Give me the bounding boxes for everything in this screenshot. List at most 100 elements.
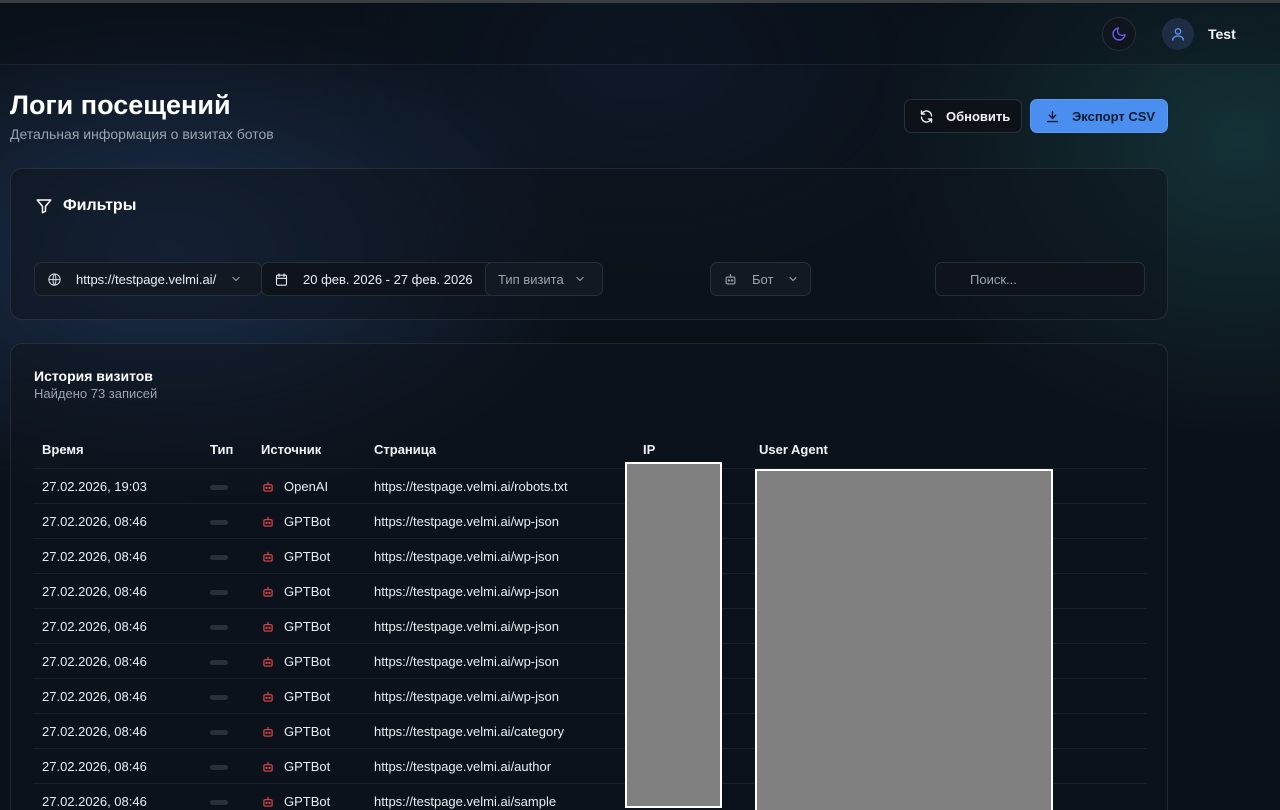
refresh-icon (920, 109, 933, 123)
visit-type-select[interactable]: Тип визита (485, 262, 603, 296)
calendar-icon (275, 272, 288, 286)
bot-icon (263, 761, 273, 772)
row-type-badge (210, 520, 228, 525)
bot-icon (263, 726, 273, 737)
row-source-label: GPTBot (284, 724, 331, 739)
row-source-label: GPTBot (284, 584, 331, 599)
bot-icon (263, 481, 273, 492)
row-page[interactable]: https://testpage.velmi.ai/wp-json (374, 689, 570, 704)
bot-icon (263, 516, 273, 527)
row-time: 27.02.2026, 08:46 (42, 759, 147, 774)
moon-icon (1112, 27, 1126, 41)
row-source-label: GPTBot (284, 654, 331, 669)
filters-card: Фильтры https://testpage.velmi.ai/ 20 фе… (10, 168, 1168, 320)
row-source: GPTBot (261, 794, 330, 809)
column-header-time[interactable]: Время (42, 442, 84, 457)
export-csv-button[interactable]: Экспорт CSV (1030, 99, 1168, 133)
row-source-label: GPTBot (284, 549, 331, 564)
avatar[interactable] (1162, 18, 1194, 50)
download-icon (1046, 110, 1059, 122)
row-source-label: GPTBot (284, 514, 331, 529)
row-type-badge (210, 660, 228, 665)
chevron-down-icon (232, 276, 240, 282)
refresh-label: Обновить (946, 108, 1011, 124)
bot-select[interactable]: Бот (710, 262, 811, 296)
column-header-ip[interactable]: IP (643, 442, 655, 457)
column-header-user-agent[interactable]: User Agent (759, 442, 828, 457)
app-header: Test (0, 3, 1280, 65)
search-input[interactable] (970, 271, 1144, 287)
row-page[interactable]: https://testpage.velmi.ai/wp-json (374, 549, 570, 564)
bot-icon (263, 691, 273, 702)
column-header-type[interactable]: Тип (210, 442, 233, 457)
row-page[interactable]: https://testpage.velmi.ai/wp-json (374, 584, 570, 599)
row-source-label: OpenAI (284, 479, 329, 494)
history-title: История визитов (34, 368, 153, 384)
row-time: 27.02.2026, 08:46 (42, 689, 147, 704)
row-time: 27.02.2026, 08:46 (42, 549, 147, 564)
site-select[interactable]: https://testpage.velmi.ai/ (34, 262, 262, 296)
row-type-badge (210, 485, 228, 490)
site-select-value: https://testpage.velmi.ai/ (76, 271, 217, 287)
page-title: Логи посещений (10, 90, 231, 120)
row-page[interactable]: https://testpage.velmi.ai/wp-json (374, 514, 570, 529)
row-source: GPTBot (261, 584, 330, 599)
column-header-page[interactable]: Страница (374, 442, 436, 457)
row-source: GPTBot (261, 759, 330, 774)
row-source: GPTBot (261, 724, 330, 739)
bot-icon (725, 273, 736, 284)
row-source-label: GPTBot (284, 619, 331, 634)
filter-icon (36, 199, 52, 214)
row-source-label: GPTBot (284, 794, 331, 809)
row-page[interactable]: https://testpage.velmi.ai/sample (374, 794, 570, 809)
date-range-picker[interactable]: 20 фев. 2026 - 27 фев. 2026 (261, 262, 497, 296)
row-type-badge (210, 625, 228, 630)
bot-icon (263, 586, 273, 597)
row-page[interactable]: https://testpage.velmi.ai/robots.txt (374, 479, 570, 494)
bot-select-value: Бот (752, 271, 774, 287)
ip-column-redaction (625, 462, 722, 808)
row-time: 27.02.2026, 08:46 (42, 619, 147, 634)
row-source: GPTBot (261, 514, 330, 529)
filters-title: Фильтры (63, 197, 137, 214)
row-type-badge (210, 695, 228, 700)
row-source-label: GPTBot (284, 689, 331, 704)
row-time: 27.02.2026, 08:46 (42, 584, 147, 599)
row-time: 27.02.2026, 08:46 (42, 654, 147, 669)
bot-icon (263, 796, 273, 807)
row-time: 27.02.2026, 08:46 (42, 514, 147, 529)
filters-heading: Фильтры (35, 197, 136, 215)
row-type-badge (210, 730, 228, 735)
theme-toggle-button[interactable] (1102, 17, 1136, 51)
row-page[interactable]: https://testpage.velmi.ai/wp-json (374, 654, 570, 669)
visit-type-value: Тип визита (498, 271, 564, 287)
bot-icon (263, 621, 273, 632)
row-time: 27.02.2026, 08:46 (42, 724, 147, 739)
row-type-badge (210, 590, 228, 595)
row-time: 27.02.2026, 19:03 (42, 479, 147, 494)
row-source: OpenAI (261, 479, 328, 494)
row-type-badge (210, 555, 228, 560)
search-field[interactable] (935, 262, 1145, 296)
chevron-down-icon (789, 276, 797, 282)
row-page[interactable]: https://testpage.velmi.ai/wp-json (374, 619, 570, 634)
bot-icon (263, 551, 273, 562)
row-type-badge (210, 800, 228, 805)
row-source-label: GPTBot (284, 759, 331, 774)
row-source: GPTBot (261, 549, 330, 564)
page-subtitle: Детальная информация о визитах ботов (10, 126, 274, 142)
row-page[interactable]: https://testpage.velmi.ai/author (374, 759, 570, 774)
row-page[interactable]: https://testpage.velmi.ai/category (374, 724, 570, 739)
row-source: GPTBot (261, 619, 330, 634)
username[interactable]: Test (1208, 26, 1236, 42)
export-label: Экспорт CSV (1072, 108, 1156, 124)
date-range-value: 20 фев. 2026 - 27 фев. 2026 (303, 271, 473, 287)
chevron-down-icon (576, 276, 584, 282)
row-time: 27.02.2026, 08:46 (42, 794, 147, 809)
user-icon (1172, 28, 1184, 41)
row-source: GPTBot (261, 689, 330, 704)
row-type-badge (210, 765, 228, 770)
bot-icon (263, 656, 273, 667)
column-header-source[interactable]: Источник (261, 442, 321, 457)
refresh-button[interactable]: Обновить (904, 99, 1022, 133)
